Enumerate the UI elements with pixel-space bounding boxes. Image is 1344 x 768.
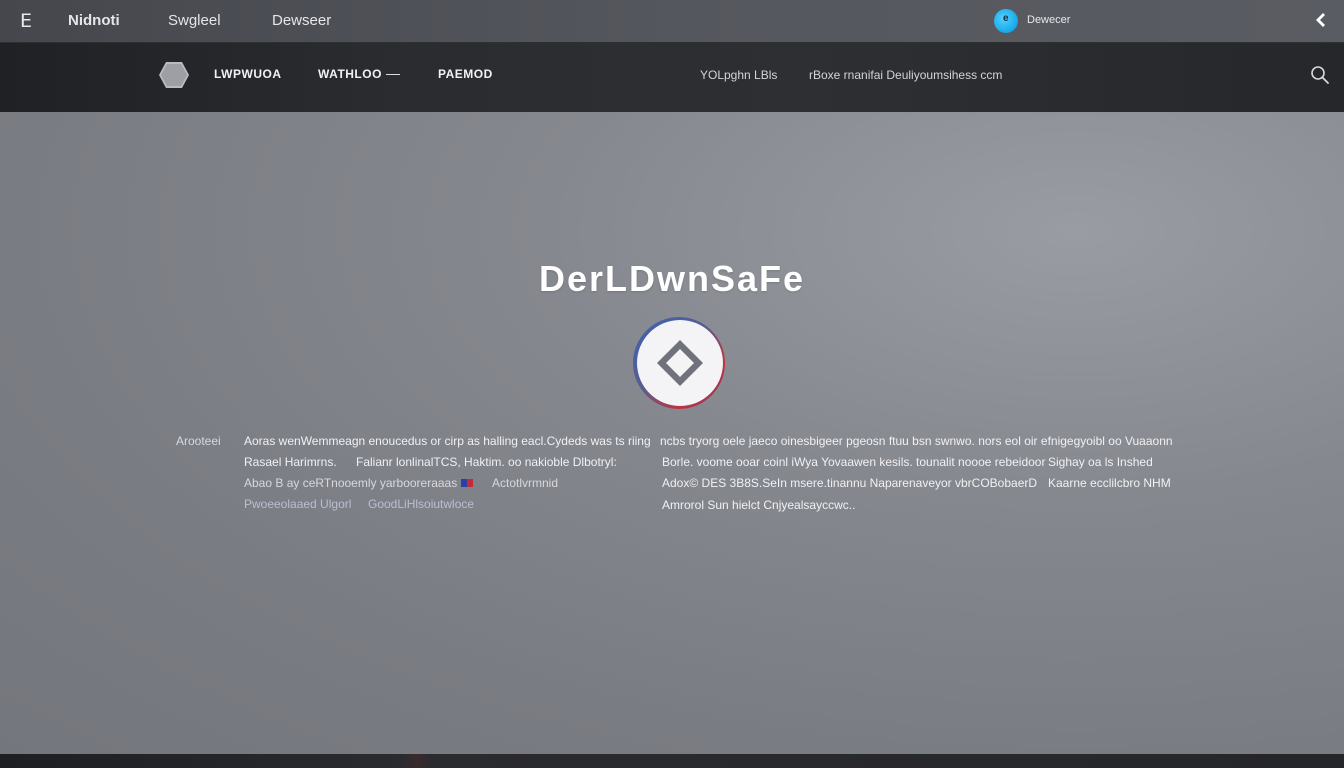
top-bar: E Nidnoti Swgleel Dewseer e Dewecer bbox=[0, 0, 1344, 43]
content-line-7: Borle. voome ooar coinl iWya Yovaawen ke… bbox=[662, 455, 1046, 469]
bottom-strip bbox=[0, 754, 1344, 768]
status-dot-text: e bbox=[1003, 13, 1009, 24]
content-line-9: Adox© DES 3B8S.SeIn msere.tinannu Napare… bbox=[662, 476, 1038, 490]
menu-icon[interactable]: E bbox=[20, 10, 33, 32]
nav-link-contact[interactable]: rBoxe rnanifai Deuliyoumsihess ccm bbox=[809, 68, 1002, 82]
content-link-1[interactable]: Pwoeeolaaed Ulgorl bbox=[244, 497, 351, 511]
hexagon-logo-icon[interactable] bbox=[158, 61, 190, 89]
content-link-2[interactable]: GoodLiHlsoiutwloce bbox=[368, 497, 474, 511]
top-nav-item-swgleel[interactable]: Swgleel bbox=[168, 12, 221, 29]
nav-item-lwpwuoa[interactable]: LWPWUOA bbox=[214, 67, 282, 81]
content-line-2: Rasael Harimrns. bbox=[244, 455, 337, 469]
content-line-6: ncbs tryorg oele jaeco oinesbigeer pgeos… bbox=[660, 434, 1173, 448]
diamond-badge-icon[interactable] bbox=[631, 316, 727, 412]
status-label[interactable]: Dewecer bbox=[1027, 14, 1070, 26]
nav-link-yolpghn[interactable]: YOLpghn LBls bbox=[700, 68, 777, 82]
top-nav-item-nidnoti[interactable]: Nidnoti bbox=[68, 12, 120, 29]
content-line-11: Amrorol Sun hielct Cnjyealsayccwc.. bbox=[662, 498, 856, 512]
content-line-1: Aoras wenWemmeagn enoucedus or cirp as h… bbox=[244, 434, 651, 448]
content-line-5: Actotlvrmnid bbox=[492, 476, 559, 490]
content-line-3: Falianr lonlinalTCS, Haktim. oo nakioble… bbox=[356, 455, 617, 469]
flag-icon bbox=[461, 479, 473, 487]
status-dot-icon[interactable]: e bbox=[994, 9, 1018, 33]
back-chevron-icon[interactable] bbox=[1312, 12, 1328, 28]
nav-item-wathloo[interactable]: WATHLOO bbox=[318, 67, 400, 81]
top-nav-item-dewseer[interactable]: Dewseer bbox=[272, 12, 331, 29]
content-label: Arooteei bbox=[176, 434, 221, 448]
content-line-10: Kaarne ecclilcbro NHM bbox=[1048, 476, 1171, 490]
hero-title: DerLDwnSaFe bbox=[538, 258, 806, 299]
main-nav-bar: LWPWUOA WATHLOO PAEMOD YOLpghn LBls rBox… bbox=[0, 43, 1344, 112]
nav-item-paemod[interactable]: PAEMOD bbox=[438, 67, 493, 81]
content-line-4: Abao B ay ceRTnooemly yarbooreraaas bbox=[244, 476, 458, 490]
search-icon[interactable] bbox=[1310, 65, 1330, 85]
content-line-8: Sighay oa ls Inshed bbox=[1048, 455, 1153, 469]
